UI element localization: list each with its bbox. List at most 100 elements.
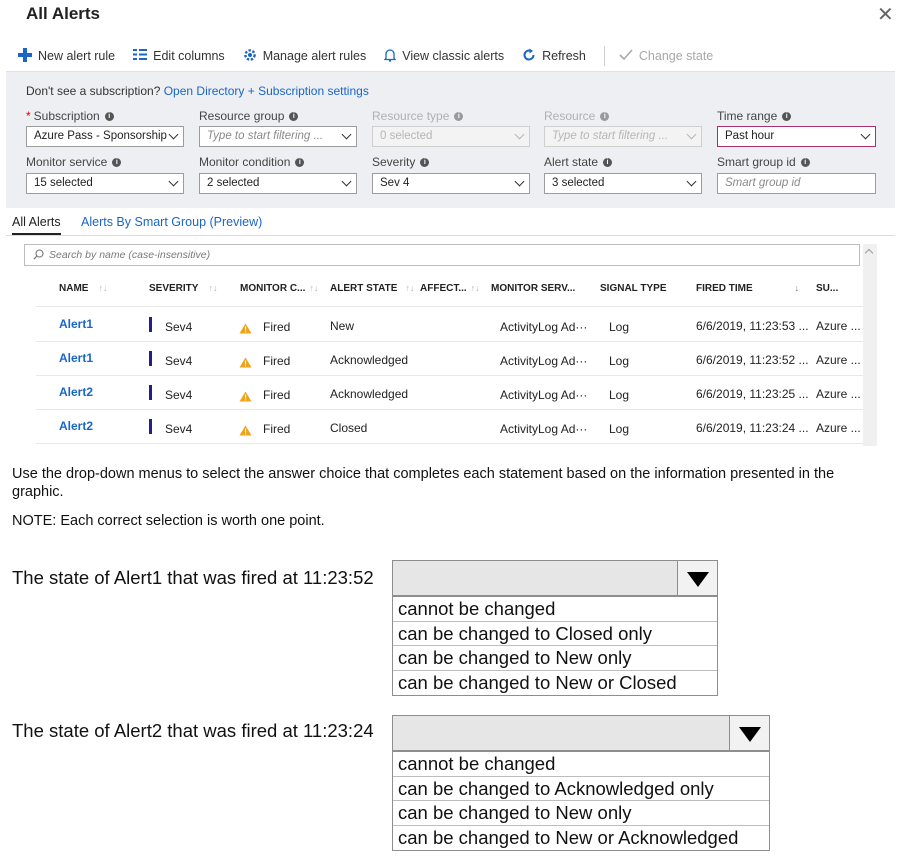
monitor-condition-label-text: Monitor condition (199, 155, 291, 169)
monitor-condition-select[interactable]: 2 selected (199, 173, 357, 194)
monitor-service-label-text: Monitor service (26, 155, 108, 169)
smart-group-id-label: Smart group id i (717, 155, 810, 169)
refresh-button[interactable]: Refresh (522, 48, 586, 65)
new-alert-rule-button[interactable]: New alert rule (18, 47, 115, 65)
monitor-condition-cell: Fired (263, 354, 291, 368)
sort-icon: ↑↓ (208, 283, 218, 293)
subscription-select[interactable]: Azure Pass - Sponsorship (26, 126, 184, 147)
dropdown-option[interactable]: can be changed to New or Acknowledged (393, 826, 769, 851)
column-header-monitor-condition[interactable]: MONITOR C... ↑↓ (240, 283, 318, 294)
answer-2-dropdown[interactable] (392, 715, 770, 751)
edit-columns-button[interactable]: Edit columns (133, 49, 225, 63)
fired-time-cell: 6/6/2019, 11:23:53 ... (696, 319, 809, 333)
tab-alerts-by-smart-group[interactable]: Alerts By Smart Group (Preview) (81, 215, 262, 229)
sort-descending-icon: ↓ (794, 283, 800, 293)
row-divider (36, 443, 863, 444)
subscription-note-text: Don't see a subscription? (26, 84, 161, 98)
alerts-grid: Search by name (case-insensitive) NAME ↑↓… (24, 244, 877, 446)
dropdown-option[interactable]: cannot be changed (393, 752, 769, 777)
search-input[interactable]: Search by name (case-insensitive) (24, 244, 860, 266)
chevron-up-icon[interactable] (864, 248, 874, 258)
resource-select[interactable]: Type to start filtering ... (544, 126, 702, 147)
column-header-subscription[interactable]: SU... (816, 283, 838, 294)
search-icon (33, 249, 44, 263)
signal-type-cell: Log (609, 354, 630, 368)
columns-icon (133, 49, 148, 63)
severity-select[interactable]: Sev 4 (372, 173, 530, 194)
view-classic-alerts-button[interactable]: View classic alerts (384, 48, 504, 65)
monitor-condition-value: 2 selected (207, 177, 260, 189)
info-icon: i (600, 111, 610, 121)
info-icon: i (800, 157, 810, 167)
dropdown-button[interactable] (677, 561, 717, 595)
column-header-signal-type[interactable]: SIGNAL TYPE (600, 283, 667, 294)
column-header-label: MONITOR SERV... (491, 283, 576, 294)
severity-cell: Sev4 (165, 354, 193, 368)
scrollbar[interactable] (863, 244, 877, 446)
resource-type-label-text: Resource type (372, 109, 450, 123)
alert-name-link[interactable]: Alert1 (59, 317, 93, 331)
directory-settings-link[interactable]: Open Directory + Subscription settings (164, 84, 369, 98)
chevron-down-icon (860, 129, 871, 140)
chevron-down-icon (341, 129, 352, 140)
search-placeholder: Search by name (case-insensitive) (49, 249, 211, 261)
info-icon: i (603, 157, 613, 167)
monitor-service-select[interactable]: 15 selected (26, 173, 184, 194)
sort-icon: ↑↓ (470, 283, 480, 293)
row-divider (36, 409, 863, 410)
answer-1-dropdown[interactable] (392, 560, 718, 596)
smart-group-id-placeholder: Smart group id (725, 177, 801, 189)
severity-indicator (149, 385, 152, 400)
resource-type-select[interactable]: 0 selected (372, 126, 530, 147)
column-header-affected-resource[interactable]: AFFECT... ↑↓ (420, 283, 480, 294)
resource-group-select[interactable]: Type to start filtering ... (199, 126, 357, 147)
dropdown-option[interactable]: can be changed to New only (393, 801, 769, 826)
warning-icon (239, 355, 252, 373)
monitor-service-cell: ActivityLog Ad··· (500, 354, 588, 368)
column-header-fired-time[interactable]: FIRED TIME ↓ (696, 283, 799, 294)
dropdown-option[interactable]: can be changed to Acknowledged only (393, 777, 769, 801)
alert-name-link[interactable]: Alert1 (59, 351, 93, 365)
column-header-severity[interactable]: SEVERITY ↑↓ (149, 283, 217, 294)
sort-icon: ↑↓ (405, 283, 415, 293)
manage-alert-rules-label: Manage alert rules (262, 49, 367, 63)
dropdown-option[interactable]: can be changed to New or Closed (393, 671, 717, 696)
column-header-name[interactable]: NAME ↑↓ (59, 283, 107, 294)
severity-indicator (149, 419, 152, 434)
sort-icon: ↑↓ (98, 283, 108, 293)
gear-icon (243, 48, 257, 65)
row-divider (36, 306, 863, 307)
dropdown-option[interactable]: can be changed to Closed only (393, 622, 717, 646)
checkmark-icon (619, 48, 633, 64)
alert-name-link[interactable]: Alert2 (59, 419, 93, 433)
signal-type-cell: Log (609, 320, 630, 334)
time-range-select[interactable]: Past hour (717, 126, 876, 147)
signal-type-cell: Log (609, 422, 630, 436)
column-header-monitor-service[interactable]: MONITOR SERV... (491, 283, 575, 294)
alert-name-link[interactable]: Alert2 (59, 385, 93, 399)
column-header-alert-state[interactable]: ALERT STATE ↑↓ (330, 283, 414, 294)
smart-group-id-label-text: Smart group id (717, 155, 796, 169)
monitor-service-cell: ActivityLog Ad··· (500, 320, 588, 334)
dropdown-button[interactable] (729, 716, 769, 750)
tab-all-alerts[interactable]: All Alerts (12, 215, 61, 235)
alert-state-label: Alert state i (544, 155, 613, 169)
smart-group-id-input[interactable]: Smart group id (717, 173, 876, 194)
bell-icon (384, 48, 397, 65)
alert-state-select[interactable]: 3 selected (544, 173, 702, 194)
alert-state-cell: Acknowledged (330, 353, 409, 367)
change-state-button[interactable]: Change state (619, 48, 713, 64)
dropdown-option[interactable]: cannot be changed (393, 597, 717, 622)
severity-cell: Sev4 (165, 320, 193, 334)
dropdown-option[interactable]: can be changed to New only (393, 646, 717, 671)
time-range-label: Time range i (717, 109, 792, 123)
edit-columns-label: Edit columns (153, 49, 225, 63)
alert-state-cell: Closed (330, 421, 368, 435)
fired-time-cell: 6/6/2019, 11:23:25 ... (696, 387, 809, 401)
row-divider (36, 341, 863, 342)
column-header-label: MONITOR C... (240, 283, 306, 294)
column-header-label: ALERT STATE (330, 283, 398, 294)
close-icon[interactable]: ✕ (877, 2, 894, 27)
column-header-label: FIRED TIME (696, 283, 753, 294)
manage-alert-rules-button[interactable]: Manage alert rules (243, 48, 367, 65)
